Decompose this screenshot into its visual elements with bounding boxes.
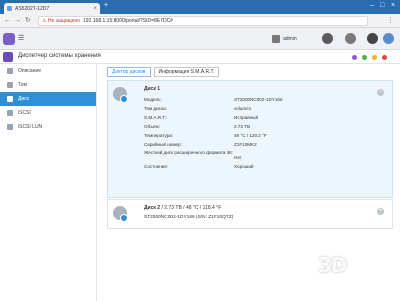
prop-value: Хороший	[234, 164, 254, 169]
overview-icon	[7, 68, 13, 74]
restore-dot-icon[interactable]	[362, 55, 367, 60]
iscsi-lun-icon	[7, 124, 13, 130]
disk-2-title: Диск 2	[144, 205, 161, 211]
prop-value: 49 °C / 120.2 °F	[234, 133, 267, 138]
power-icon[interactable]	[345, 33, 356, 44]
watermark-tagline: Daily Digital Digest	[320, 279, 362, 285]
browser-tab-bar: AS5202T-12D7 × + – □ ×	[0, 0, 400, 14]
sidebar-item-volume[interactable]: Том	[0, 78, 96, 92]
minimize-icon[interactable]: –	[370, 2, 374, 10]
insecure-warning[interactable]: ⚠ Не защищено	[42, 18, 80, 24]
disk-1-title: Диск 1	[144, 86, 161, 92]
url-text: 192.168.1.15:8000/portal/?SID=8E7DC#	[83, 18, 173, 24]
prop-label: Объем:	[144, 124, 160, 129]
window-title: Диспетчер системы хранения	[18, 53, 101, 59]
browser-tab[interactable]: AS5202T-12D7 ×	[4, 3, 100, 14]
app-logo-icon[interactable]	[3, 33, 15, 45]
prop-label: Температура:	[144, 133, 174, 138]
disk-1-card[interactable]: Диск 1 − Модель: ST2000NC002-1DY166 Том д…	[107, 80, 393, 198]
prop-label: Состояние:	[144, 164, 169, 169]
prop-label: Серийный номер:	[144, 142, 182, 147]
expand-icon[interactable]: +	[377, 208, 384, 215]
disk-doctor-button[interactable]: Доктор дисков	[107, 67, 151, 77]
watermark-logo: 3D NEWS Daily Digital Digest	[318, 253, 396, 295]
prop-value: volume1	[234, 106, 252, 111]
prop-value: 2.73 TB	[234, 124, 251, 129]
tab-favicon-icon	[7, 6, 12, 11]
smart-info-button[interactable]: Информация S.M.A.R.T.	[153, 67, 220, 77]
storage-manager-icon	[3, 52, 13, 62]
user-menu[interactable]: admin	[272, 35, 297, 43]
new-tab-icon[interactable]: +	[104, 2, 108, 10]
reload-icon[interactable]: ↻	[25, 16, 31, 25]
user-name: admin	[283, 36, 297, 42]
user-avatar-icon	[272, 35, 280, 43]
sidebar-item-label: Диск	[18, 96, 29, 102]
maximize-icon[interactable]: □	[380, 2, 384, 10]
address-bar: ← → ↻ ⚠ Не защищено 192.168.1.15:8000/po…	[0, 14, 400, 28]
sidebar-item-label: iSCSI LUN	[18, 124, 43, 130]
sidebar-item-disk[interactable]: Диск	[0, 92, 96, 106]
prop-label: Жесткий диск расширенного формата 4K:	[144, 150, 234, 155]
disk-2-model: ST2000NC002-1DY166 (S/N: Z1F10QTZ)	[144, 215, 234, 220]
info-icon[interactable]	[383, 33, 394, 44]
hdd-icon	[113, 206, 128, 222]
close-dot-icon[interactable]	[382, 55, 387, 60]
sidebar-item-label: iSCSI	[18, 110, 31, 116]
disk-1-properties: Модель: ST2000NC002-1DY166 Том диска: volu…	[144, 95, 364, 171]
disk-icon	[7, 96, 13, 102]
help-dot-icon[interactable]	[352, 55, 357, 60]
minimize-dot-icon[interactable]	[372, 55, 377, 60]
toolbar-tabs: Доктор дисков Информация S.M.A.R.T.	[107, 67, 222, 77]
iscsi-icon	[7, 110, 13, 116]
disk-2-card[interactable]: Диск 2 / 2.73 TB / 48 °C / 118.4 °F + ST…	[107, 199, 393, 229]
prop-label: Том диска:	[144, 106, 167, 111]
prop-value: Z1F10MK2	[234, 142, 257, 147]
close-window-icon[interactable]: ×	[391, 2, 395, 10]
disk-2-summary: / 2.73 TB / 48 °C / 118.4 °F	[161, 205, 222, 211]
sidebar: Описание Том Диск iSCSI iSCSI LUN	[0, 64, 97, 301]
sidebar-item-iscsi-lun[interactable]: iSCSI LUN	[0, 120, 96, 134]
window-title-bar: Диспетчер системы хранения	[0, 50, 400, 64]
tab-close-icon[interactable]: ×	[93, 6, 97, 12]
sidebar-item-iscsi[interactable]: iSCSI	[0, 106, 96, 120]
forward-icon[interactable]: →	[14, 16, 21, 25]
sidebar-item-label: Описание	[18, 68, 42, 74]
sidebar-item-label: Том	[18, 82, 27, 88]
watermark-3d: 3D	[318, 253, 348, 277]
browser-menu-icon[interactable]: ⋮	[387, 16, 394, 24]
hdd-icon	[113, 87, 128, 103]
volume-icon	[7, 82, 13, 88]
collapse-icon[interactable]: −	[377, 89, 384, 96]
prop-value: ST2000NC002-1DY166	[234, 97, 283, 102]
settings-icon[interactable]	[322, 33, 333, 44]
url-field[interactable]: ⚠ Не защищено 192.168.1.15:8000/portal/?…	[38, 16, 368, 26]
search-icon[interactable]	[367, 33, 378, 44]
prop-value: Исправный	[234, 115, 259, 120]
back-icon[interactable]: ←	[4, 16, 11, 25]
sidebar-item-overview[interactable]: Описание	[0, 64, 96, 78]
watermark-news: NEWS	[354, 257, 378, 266]
apps-menu-icon[interactable]: ☰	[18, 34, 24, 42]
prop-label: Модель:	[144, 97, 162, 102]
app-header: ☰ admin	[0, 28, 400, 50]
disk-2-header: Диск 2 / 2.73 TB / 48 °C / 118.4 °F	[144, 205, 221, 211]
prop-label: S.M.A.R.T.:	[144, 115, 168, 120]
prop-value: Нет	[234, 155, 242, 160]
tab-title: AS5202T-12D7	[15, 5, 50, 12]
